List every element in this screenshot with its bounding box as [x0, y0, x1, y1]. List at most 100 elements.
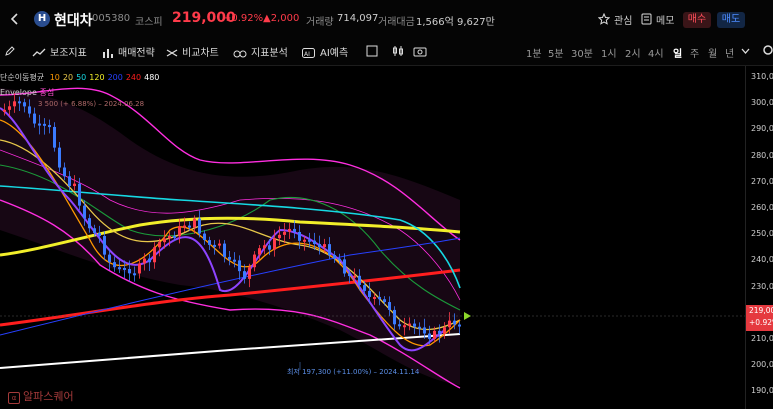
candle — [373, 296, 376, 299]
candle — [428, 333, 431, 339]
tool-strategy-label: 매매전략 — [118, 48, 155, 59]
candle — [18, 101, 21, 104]
envelope-label: Envelope — [0, 88, 37, 97]
candle — [118, 267, 121, 270]
candle — [423, 327, 426, 334]
period-4[interactable]: 2시 — [625, 45, 641, 60]
candle — [33, 113, 36, 124]
current-price-marker-icon — [464, 312, 471, 320]
candle — [193, 218, 196, 228]
candle — [298, 231, 301, 241]
tool-indicators[interactable]: 보조지표 — [32, 44, 87, 59]
change-percent: +0.92% — [223, 13, 264, 24]
memo-button[interactable]: 메모 — [656, 12, 674, 27]
volume-value: 714,097 — [337, 13, 379, 24]
candle — [148, 258, 151, 263]
candle — [378, 296, 381, 300]
envelope-sub: 중심 — [39, 88, 55, 97]
candle — [403, 325, 406, 328]
period-9[interactable]: 년 — [725, 45, 734, 60]
gear-icon[interactable] — [762, 44, 773, 56]
candle — [303, 239, 306, 242]
candle — [238, 260, 241, 272]
watch-button[interactable]: 관심 — [614, 12, 632, 27]
candle — [73, 183, 76, 187]
candle — [158, 242, 161, 248]
candle — [208, 240, 211, 245]
candle — [28, 106, 31, 114]
stock-name: 현대차 — [54, 13, 93, 29]
tool-ai-predict[interactable]: AI AI예측 — [302, 44, 348, 59]
envelope-legend: Envelope 중심 — [0, 87, 54, 98]
candle — [93, 228, 96, 233]
star-icon[interactable] — [598, 13, 610, 25]
candle — [383, 299, 386, 303]
tool-analysis-label: 지표분석 — [251, 48, 288, 59]
low-annotation: 최저 197,300 (+11.00%) – 2024.11.14 — [287, 368, 420, 376]
chevron-left-icon[interactable] — [9, 13, 21, 25]
candle — [108, 254, 111, 263]
candle — [388, 302, 391, 310]
period-0[interactable]: 1분 — [526, 45, 542, 60]
candle — [83, 205, 86, 219]
period-6[interactable]: 일 — [673, 45, 682, 60]
candle — [223, 243, 226, 257]
candle — [8, 106, 11, 110]
candle — [183, 225, 186, 228]
period-2[interactable]: 30분 — [571, 45, 593, 60]
price-chart[interactable] — [0, 66, 745, 409]
candlestick-icon[interactable] — [392, 45, 404, 57]
volume-label: 거래량 — [306, 17, 334, 28]
candle — [363, 285, 366, 291]
envelope-band — [0, 88, 460, 385]
candle — [173, 235, 176, 238]
square-icon[interactable] — [366, 45, 378, 57]
candle — [313, 240, 316, 244]
candle — [203, 233, 206, 241]
candle — [138, 263, 141, 274]
axis-tick: 240,00 — [751, 255, 773, 265]
candle — [343, 259, 346, 274]
camera-icon[interactable] — [413, 45, 427, 57]
bar-chart-icon — [103, 49, 113, 58]
sell-button[interactable]: 매도 — [717, 12, 745, 28]
axis-tick: 290,00 — [751, 124, 773, 134]
analysis-icon — [233, 50, 247, 58]
candle — [318, 243, 321, 248]
market-label: 코스피 — [135, 17, 163, 28]
candle — [198, 218, 201, 234]
watermark-text: 알파스퀘어 — [23, 390, 74, 403]
candle — [293, 228, 296, 232]
amount-label: 거래대금 — [378, 17, 415, 28]
stock-code: 005380 — [92, 13, 131, 24]
period-7[interactable]: 주 — [690, 45, 699, 60]
candle — [113, 262, 116, 268]
buy-button[interactable]: 매수 — [683, 12, 711, 28]
axis-tick: 280,00 — [751, 150, 773, 160]
axis-tick: 270,00 — [751, 176, 773, 186]
axis-tick: 250,00 — [751, 229, 773, 239]
change-amount: ▲2,000 — [263, 13, 300, 24]
chevron-down-icon[interactable] — [741, 48, 750, 54]
axis-tick: 190,00 — [751, 386, 773, 396]
candle — [143, 258, 146, 264]
tool-strategy[interactable]: 매매전략 — [102, 44, 155, 59]
candle — [338, 258, 341, 261]
memo-icon[interactable] — [641, 13, 652, 25]
tool-analysis[interactable]: 지표분석 — [233, 44, 288, 59]
candle — [368, 290, 371, 298]
period-3[interactable]: 1시 — [601, 45, 617, 60]
ai-icon: AI — [302, 48, 315, 58]
period-5[interactable]: 4시 — [648, 45, 664, 60]
period-1[interactable]: 5분 — [548, 45, 564, 60]
tool-compare[interactable]: 비교차트 — [166, 44, 219, 59]
candle — [38, 123, 41, 126]
ma-period-20: 20 — [62, 73, 74, 82]
candle — [443, 327, 446, 334]
candle — [413, 323, 416, 327]
period-8[interactable]: 월 — [708, 45, 717, 60]
candle — [23, 102, 26, 107]
ma-period-200: 200 — [107, 73, 123, 82]
ma-period-480: 480 — [144, 73, 160, 82]
pencil-icon[interactable] — [4, 45, 16, 57]
